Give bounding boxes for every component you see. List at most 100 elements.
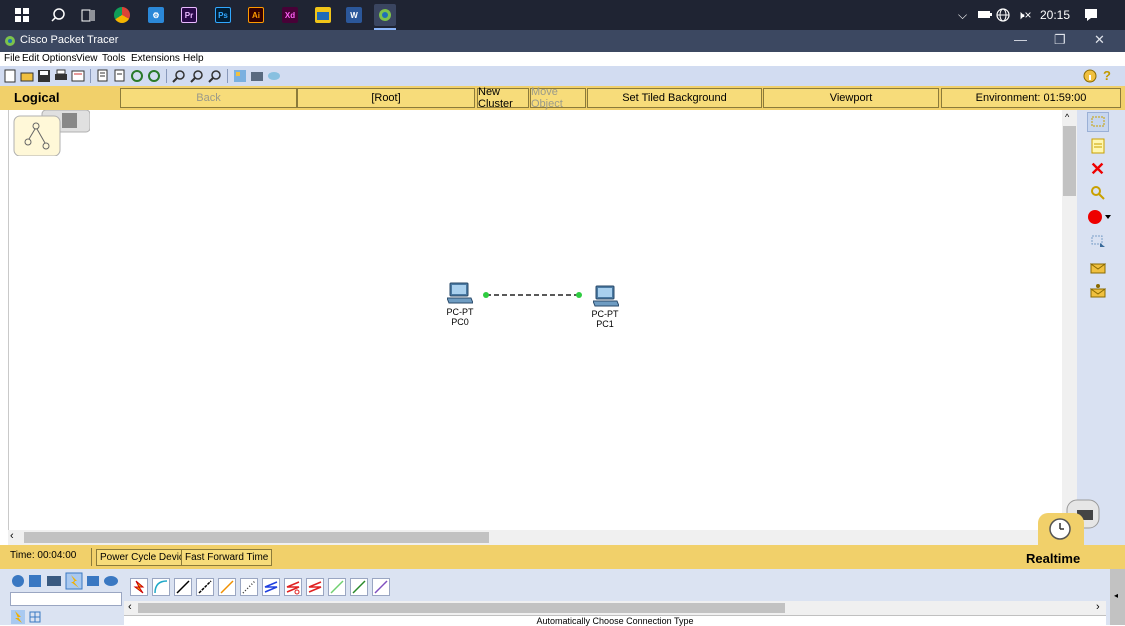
zoom-reset-icon[interactable] [190,69,204,83]
root-button[interactable]: [Root] [297,88,475,108]
photoshop-icon[interactable]: Ps [215,7,231,23]
logical-mode-label[interactable]: Logical [14,90,60,105]
notification-icon[interactable] [1084,8,1098,25]
print-icon[interactable] [54,69,68,83]
serial-dte-cable-icon[interactable] [306,578,324,596]
activity-wizard-icon[interactable] [71,69,85,83]
search-icon[interactable] [50,7,66,23]
resize-shape-icon[interactable] [1090,233,1106,249]
zoom-in-icon[interactable] [172,69,186,83]
zoom-out-icon[interactable] [208,69,222,83]
minimize-button[interactable]: — [1014,32,1027,47]
toolbar-separator [90,69,91,83]
expand-panel-icon[interactable]: ◂ [1114,591,1118,600]
pc0-model-label: PC-PT [446,307,474,317]
octal-cable-icon[interactable] [328,578,346,596]
delete-icon[interactable]: ✕ [1090,159,1105,180]
phone-cable-icon[interactable] [240,578,258,596]
new-file-icon[interactable] [3,69,17,83]
add-complex-pdu-icon[interactable] [1090,283,1106,299]
undo-icon[interactable] [130,69,144,83]
file-explorer-icon[interactable] [315,7,331,23]
save-icon[interactable] [37,69,51,83]
redo-icon[interactable] [147,69,161,83]
premiere-icon[interactable]: Pr [181,7,197,23]
custom-devices-icon[interactable] [250,69,264,83]
draw-shape-icon[interactable] [1087,209,1111,225]
select-tool-button[interactable] [1087,112,1109,132]
iot-custom-cable-icon[interactable] [350,578,368,596]
vertical-scrollbar[interactable]: ^ [1062,110,1077,530]
copper-cross-over-icon[interactable] [196,578,214,596]
cable-list-scrollbar[interactable]: ‹ › [124,601,1106,615]
fast-forward-time-button[interactable]: Fast Forward Time [181,549,273,566]
xd-icon[interactable]: Xd [282,7,298,23]
logical-workspace-canvas[interactable]: PC-PT PC0 PC-PT PC1 [8,109,1077,530]
pc1-device-icon[interactable] [592,285,620,309]
environment-button[interactable]: Environment: 01:59:00 [941,88,1121,108]
task-view-icon[interactable] [80,7,96,23]
palette-icon[interactable] [233,69,247,83]
add-simple-pdu-icon[interactable] [1090,260,1106,276]
app-icon[interactable]: ⚙ [148,7,164,23]
restore-button[interactable]: ❐ [1054,32,1066,48]
chevron-up-icon[interactable]: ⌵ [958,8,967,23]
help-icon[interactable]: ? [1103,68,1111,83]
menu-bar: File Edit Options View Tools Extensions … [0,52,1125,66]
open-folder-icon[interactable] [20,69,34,83]
device-search-field[interactable] [10,592,122,606]
pc0-device-icon[interactable] [446,282,474,306]
auto-connection-cable-icon[interactable] [130,578,148,596]
illustrator-icon[interactable]: Ai [248,7,264,23]
copy-icon[interactable] [96,69,110,83]
clock[interactable]: 20:15 [1040,8,1070,22]
right-tool-palette: ✕ [1066,110,1125,545]
menu-tools[interactable]: Tools [102,53,125,64]
network-info-icon[interactable] [267,69,281,83]
serial-dce-cable-icon[interactable] [284,578,302,596]
new-cluster-button[interactable]: New Cluster [477,86,529,110]
scroll-left-icon[interactable]: ‹ [10,530,14,542]
horizontal-scrollbar[interactable]: ‹ [8,530,1062,545]
device-area-scrollbar[interactable]: ◂ [1110,569,1125,625]
close-button[interactable]: ✕ [1094,32,1105,48]
fiber-cable-icon[interactable] [218,578,236,596]
info-icon[interactable] [1083,69,1097,83]
globe-icon[interactable] [996,8,1010,25]
window-titlebar: Cisco Packet Tracer — ❐ ✕ [0,30,1125,52]
cable-list-scroll-thumb[interactable] [138,603,785,613]
connection-category-icons[interactable] [11,610,45,624]
viewport-button[interactable]: Viewport [763,88,939,108]
scroll-right-icon[interactable]: › [1096,601,1100,613]
console-cable-icon[interactable] [152,578,170,596]
set-tiled-background-button[interactable]: Set Tiled Background [587,88,762,108]
horizontal-scroll-thumb[interactable] [24,532,489,543]
menu-help[interactable]: Help [183,53,204,64]
menu-view[interactable]: View [76,53,98,64]
back-button[interactable]: Back [120,88,297,108]
vertical-scroll-thumb[interactable] [1063,126,1076,196]
menu-options[interactable]: Options [42,53,76,64]
chrome-icon[interactable] [114,7,130,23]
menu-edit[interactable]: Edit [22,53,39,64]
battery-icon[interactable] [978,8,992,22]
speaker-muted-icon[interactable]: 🕨× [1017,8,1032,23]
realtime-mode-label[interactable]: Realtime [1026,551,1080,566]
pc1-name-label[interactable]: PC1 [580,319,630,329]
windows-start-icon[interactable] [14,7,30,23]
menu-file[interactable]: File [4,53,20,64]
paste-icon[interactable] [113,69,127,83]
usb-cable-icon[interactable] [372,578,390,596]
note-icon[interactable] [1090,138,1106,154]
menu-extensions[interactable]: Extensions [131,53,180,64]
inspect-icon[interactable] [1090,185,1106,201]
realtime-tab[interactable] [1038,513,1084,545]
scroll-up-icon[interactable]: ^ [1065,112,1069,122]
coaxial-cable-icon[interactable] [262,578,280,596]
copper-straight-through-icon[interactable] [174,578,192,596]
word-icon[interactable]: W [346,7,362,23]
scroll-left-icon[interactable]: ‹ [128,601,132,613]
pc0-name-label[interactable]: PC0 [435,317,485,327]
packet-tracer-icon[interactable] [374,4,396,26]
move-object-button[interactable]: Move Object [530,86,586,110]
